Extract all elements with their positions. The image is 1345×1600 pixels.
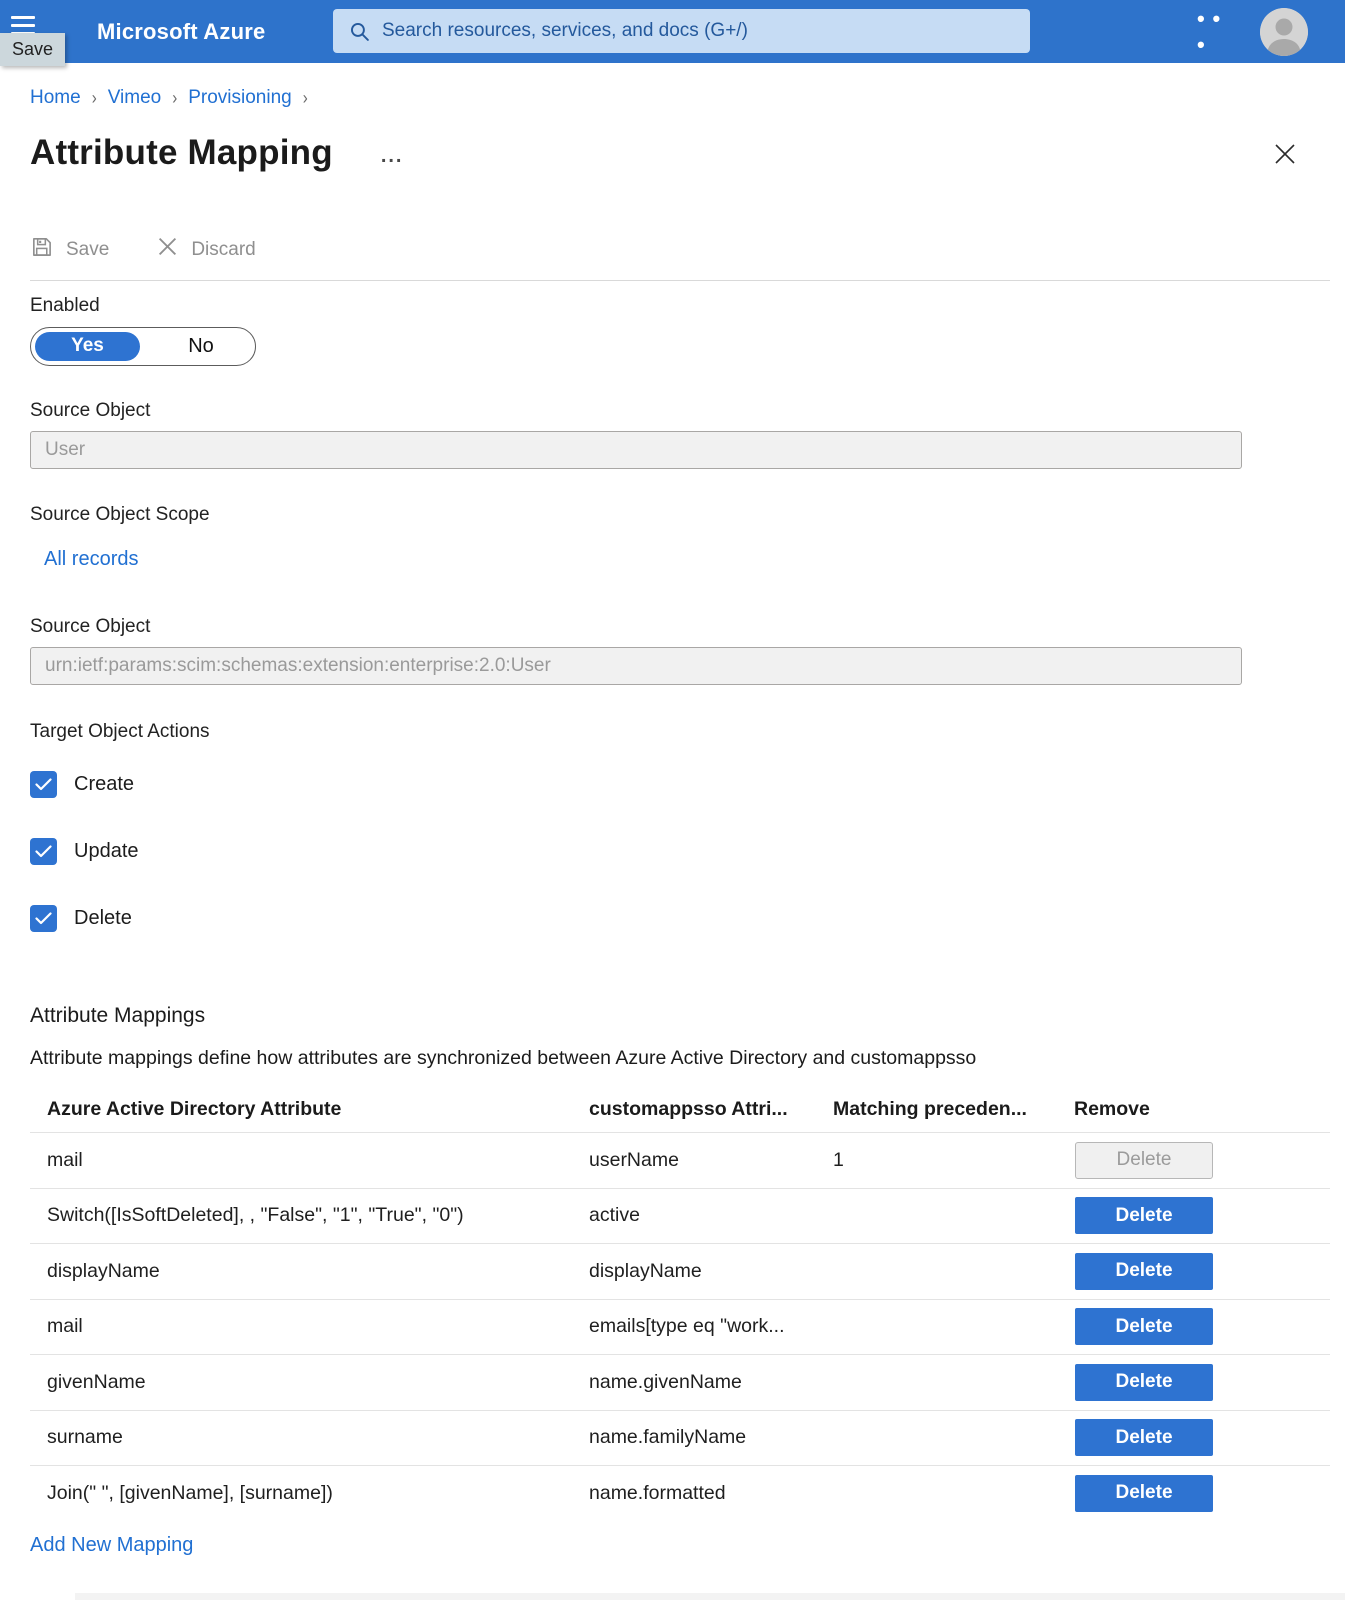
chevron-right-icon: › [92,87,97,108]
page-title-more-icon[interactable]: ... [381,145,404,168]
aad-attribute-cell: surname [30,1426,572,1449]
aad-attribute-cell: displayName [30,1260,572,1283]
save-icon [30,235,53,264]
checkbox-checked-icon [30,771,57,798]
save-tooltip-label: Save [12,39,53,60]
discard-button-label: Discard [191,239,255,261]
aad-attribute-cell: mail [30,1315,572,1338]
target-attribute-cell: displayName [572,1260,816,1283]
breadcrumb-provisioning[interactable]: Provisioning [188,87,292,109]
attribute-mappings-table: Azure Active Directory Attribute customa… [30,1086,1330,1521]
checkbox-update[interactable]: Update [30,837,1345,865]
aad-attribute-cell: Switch([IsSoftDeleted], , "False", "1", … [30,1204,572,1227]
delete-button[interactable]: Delete [1075,1364,1213,1401]
checkbox-update-label: Update [74,840,139,863]
remove-cell: Delete [1057,1308,1330,1345]
checkbox-delete[interactable]: Delete [30,904,1345,932]
table-header-row: Azure Active Directory Attribute customa… [30,1086,1330,1132]
discard-button[interactable]: Discard [157,236,255,263]
remove-cell: Delete [1057,1475,1330,1512]
checkbox-checked-icon [30,838,57,865]
column-header-remove: Remove [1057,1098,1330,1121]
aad-attribute-cell: mail [30,1149,572,1172]
azure-top-bar: Save Microsoft Azure • • • [0,0,1345,63]
breadcrumb-vimeo[interactable]: Vimeo [108,87,162,109]
command-bar: Save Discard [30,235,1345,264]
remove-cell: Delete [1057,1419,1330,1456]
delete-button[interactable]: Delete [1075,1142,1213,1179]
chevron-right-icon: › [303,87,308,108]
delete-button[interactable]: Delete [1075,1308,1213,1345]
column-header-target: customappsso Attri... [572,1098,816,1121]
remove-cell: Delete [1057,1364,1330,1401]
table-row[interactable]: displayName displayName Delete [30,1243,1330,1299]
breadcrumb-home[interactable]: Home [30,87,81,109]
delete-button[interactable]: Delete [1075,1419,1213,1456]
source-object-scope-label: Source Object Scope [30,504,1345,526]
table-row[interactable]: mail userName 1 Delete [30,1132,1330,1188]
add-new-mapping-link[interactable]: Add New Mapping [30,1534,193,1557]
remove-cell: Delete [1057,1197,1330,1234]
checkbox-create-label: Create [74,773,134,796]
breadcrumb: Home › Vimeo › Provisioning › [16,87,1345,109]
mappings-table-body: mail userName 1 Delete Switch([IsSoftDel… [30,1132,1330,1521]
account-avatar[interactable] [1260,8,1308,56]
column-header-precedence: Matching preceden... [816,1098,1057,1121]
toolbar-divider [30,280,1330,281]
chevron-right-icon: › [172,87,177,108]
microsoft-azure-logo[interactable]: Microsoft Azure [97,0,265,63]
aad-attribute-cell: givenName [30,1371,572,1394]
table-row[interactable]: Join(" ", [givenName], [surname]) name.f… [30,1465,1330,1521]
target-attribute-cell: name.formatted [572,1482,816,1505]
attribute-mappings-title: Attribute Mappings [30,1004,1345,1028]
source-object-input[interactable] [30,431,1242,469]
more-options-icon[interactable]: • • • [1197,0,1237,63]
source-object2-label: Source Object [30,616,1345,638]
table-row[interactable]: mail emails[type eq "work... Delete [30,1299,1330,1355]
remove-cell: Delete [1057,1142,1330,1179]
toggle-no-option[interactable]: No [161,328,241,365]
table-row[interactable]: givenName name.givenName Delete [30,1354,1330,1410]
target-attribute-cell: emails[type eq "work... [572,1315,816,1338]
attribute-mappings-description: Attribute mappings define how attributes… [30,1047,1345,1070]
target-attribute-cell: active [572,1204,816,1227]
enabled-label: Enabled [30,295,1345,317]
delete-button[interactable]: Delete [1075,1475,1213,1512]
toggle-yes-option[interactable]: Yes [35,332,140,361]
target-attribute-cell: name.familyName [572,1426,816,1449]
column-header-source: Azure Active Directory Attribute [30,1098,572,1121]
checkbox-delete-label: Delete [74,907,132,930]
target-object-actions-label: Target Object Actions [30,721,1345,743]
checkbox-create[interactable]: Create [30,770,1345,798]
table-row[interactable]: Switch([IsSoftDeleted], , "False", "1", … [30,1188,1330,1244]
aad-attribute-cell: Join(" ", [givenName], [surname]) [30,1482,572,1505]
page-title: Attribute Mapping [30,133,333,173]
matching-precedence-cell: 1 [816,1149,1057,1172]
target-attribute-cell: userName [572,1149,816,1172]
enabled-toggle[interactable]: Yes No [30,327,256,366]
target-attribute-cell: name.givenName [572,1371,816,1394]
source-object2-input[interactable] [30,647,1242,685]
all-records-link[interactable]: All records [44,548,138,571]
bottom-edge [75,1593,1345,1600]
search-input[interactable] [382,20,982,42]
save-button-label: Save [66,239,109,261]
close-icon[interactable] [1272,141,1298,167]
global-search[interactable] [333,9,1030,53]
delete-button[interactable]: Delete [1075,1253,1213,1290]
save-tooltip: Save [0,33,65,66]
discard-x-icon [157,236,178,263]
checkbox-checked-icon [30,905,57,932]
save-button[interactable]: Save [30,235,109,264]
table-row[interactable]: surname name.familyName Delete [30,1410,1330,1466]
remove-cell: Delete [1057,1253,1330,1290]
search-icon [349,21,370,42]
delete-button[interactable]: Delete [1075,1197,1213,1234]
source-object-label: Source Object [30,400,1345,422]
